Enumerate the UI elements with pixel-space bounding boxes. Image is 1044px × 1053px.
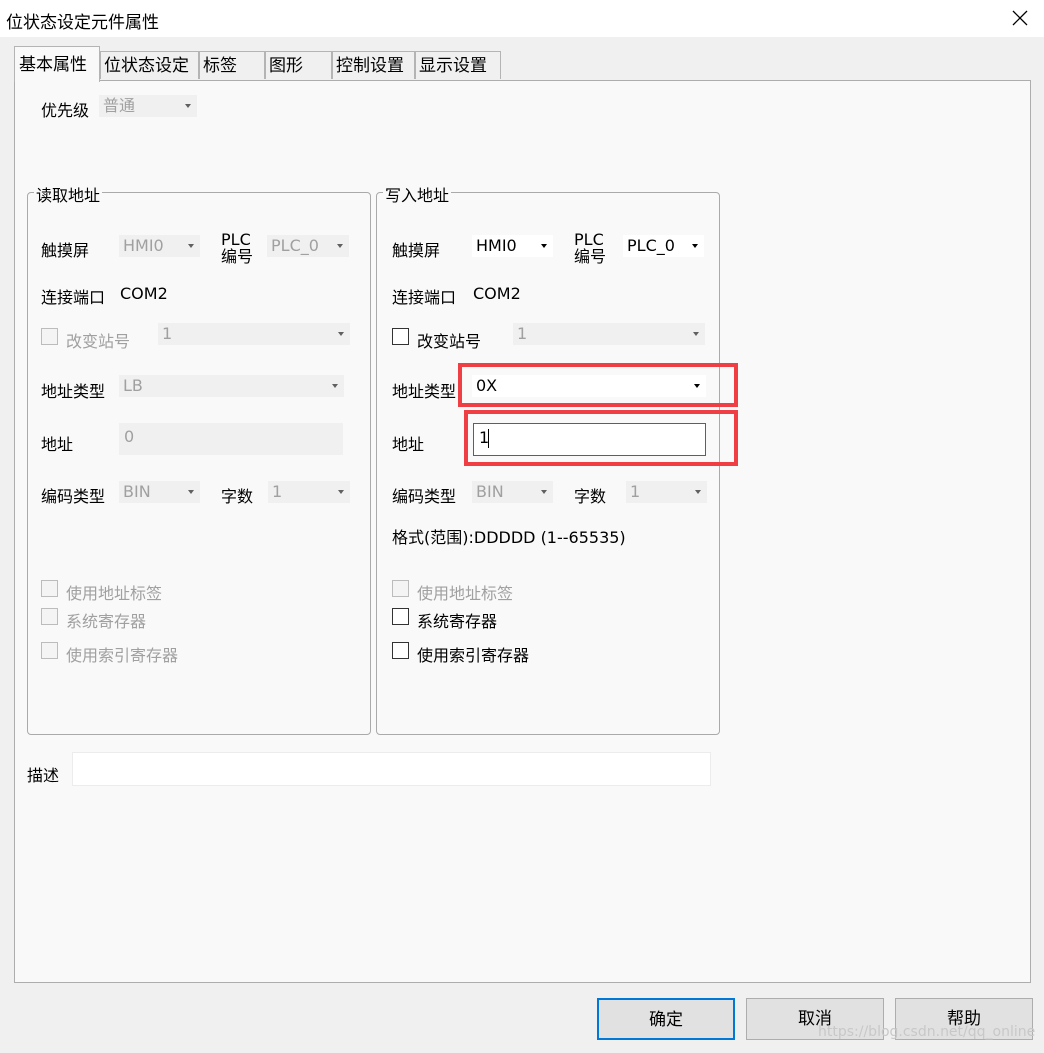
read-change-station-checkbox[interactable] [41, 328, 58, 345]
write-port-label: 连接端口 [392, 288, 457, 307]
read-encoding-value: BIN [123, 482, 151, 501]
description-input[interactable] [72, 752, 711, 786]
read-plc-select[interactable]: PLC_0 [267, 235, 349, 257]
read-word-count-select[interactable]: 1 [268, 481, 350, 503]
write-plc-select[interactable]: PLC_0 [623, 235, 704, 257]
read-touchscreen-label: 触摸屏 [41, 241, 90, 260]
chevron-down-icon [188, 244, 194, 248]
read-addr-type-label: 地址类型 [41, 382, 106, 401]
write-touchscreen-value: HMI0 [476, 236, 517, 255]
tab-graphics[interactable]: 图形 [265, 51, 332, 79]
chevron-down-icon [338, 490, 344, 494]
read-touchscreen-value: HMI0 [123, 236, 164, 255]
ok-button[interactable]: 确定 [597, 998, 735, 1040]
write-system-register-checkbox[interactable] [392, 608, 409, 625]
read-plc-label-line1: PLC [221, 230, 251, 249]
read-word-count-label: 字数 [221, 487, 254, 506]
chevron-down-icon [695, 490, 701, 494]
chevron-down-icon [693, 332, 699, 336]
write-word-count-label: 字数 [574, 487, 607, 506]
read-port-label: 连接端口 [41, 288, 106, 307]
write-use-addr-tag-label: 使用地址标签 [417, 584, 514, 603]
read-encoding-label: 编码类型 [41, 487, 106, 506]
read-station-select[interactable]: 1 [158, 323, 350, 345]
write-system-register-label: 系统寄存器 [417, 612, 498, 631]
read-addr-label: 地址 [41, 435, 74, 454]
write-use-addr-tag-checkbox[interactable] [392, 580, 409, 597]
write-plc-value: PLC_0 [627, 236, 675, 255]
priority-label: 优先级 [41, 101, 90, 120]
description-label: 描述 [27, 766, 60, 785]
read-addr-type-select[interactable]: LB [119, 375, 344, 397]
write-encoding-value: BIN [476, 482, 504, 501]
chevron-down-icon [541, 490, 547, 494]
read-port-value: COM2 [120, 284, 168, 303]
chevron-down-icon [338, 332, 344, 336]
write-station-value: 1 [517, 324, 528, 343]
tab-basic-properties[interactable]: 基本属性 [14, 46, 100, 82]
read-use-index-register-checkbox[interactable] [41, 642, 58, 659]
tab-control-settings[interactable]: 控制设置 [332, 51, 415, 79]
write-encoding-select[interactable]: BIN [472, 481, 553, 503]
read-system-register-label: 系统寄存器 [66, 612, 147, 631]
tab-label[interactable]: 标签 [199, 51, 265, 79]
chevron-down-icon [692, 244, 698, 248]
write-plc-label-line2: 编号 [574, 247, 607, 266]
tab-display-settings[interactable]: 显示设置 [415, 51, 501, 79]
write-format-text: 格式(范围):DDDDD (1--65535) [392, 528, 626, 547]
write-touchscreen-label: 触摸屏 [392, 241, 441, 260]
read-use-addr-tag-checkbox[interactable] [41, 580, 58, 597]
highlight-box-addr [464, 410, 738, 466]
close-button[interactable] [1006, 4, 1034, 32]
write-touchscreen-select[interactable]: HMI0 [472, 235, 553, 257]
priority-select[interactable]: 普通 [99, 95, 197, 117]
read-system-register-checkbox[interactable] [41, 608, 58, 625]
read-use-addr-tag-label: 使用地址标签 [66, 584, 163, 603]
priority-value: 普通 [103, 96, 136, 115]
read-address-title: 读取地址 [34, 182, 103, 206]
write-station-select[interactable]: 1 [513, 323, 705, 345]
write-use-index-register-label: 使用索引寄存器 [417, 646, 530, 665]
read-addr-value: 0 [124, 427, 135, 446]
watermark: https://blog.csdn.net/qq_online [818, 1024, 1036, 1040]
tab-bit-state-setting[interactable]: 位状态设定 [100, 51, 199, 79]
read-plc-label-line2: 编号 [221, 247, 254, 266]
write-port-value: COM2 [473, 284, 521, 303]
read-use-index-register-label: 使用索引寄存器 [66, 646, 179, 665]
chevron-down-icon [332, 384, 338, 388]
read-word-count-value: 1 [272, 482, 283, 501]
read-change-station-label: 改变站号 [66, 332, 131, 351]
chevron-down-icon [541, 244, 547, 248]
read-plc-value: PLC_0 [271, 236, 319, 255]
read-addr-type-value: LB [123, 376, 143, 395]
chevron-down-icon [337, 244, 343, 248]
close-icon [1012, 10, 1028, 26]
read-addr-input[interactable]: 0 [119, 423, 343, 455]
window-title: 位状态设定元件属性 [6, 13, 159, 33]
write-plc-label-line1: PLC [574, 230, 604, 249]
write-plc-label: PLC 编号 [574, 231, 606, 265]
write-address-title: 写入地址 [383, 182, 452, 206]
highlight-box-addr-type [458, 363, 738, 407]
read-plc-label: PLC 编号 [221, 231, 253, 265]
chevron-down-icon [188, 490, 194, 494]
read-touchscreen-select[interactable]: HMI0 [119, 235, 200, 257]
write-word-count-value: 1 [630, 482, 641, 501]
read-station-value: 1 [162, 324, 173, 343]
write-word-count-select[interactable]: 1 [626, 481, 707, 503]
write-change-station-checkbox[interactable] [392, 328, 409, 345]
chevron-down-icon [185, 104, 191, 108]
write-addr-label: 地址 [392, 435, 425, 454]
write-use-index-register-checkbox[interactable] [392, 642, 409, 659]
read-encoding-select[interactable]: BIN [119, 481, 200, 503]
write-encoding-label: 编码类型 [392, 487, 457, 506]
write-addr-type-label: 地址类型 [392, 382, 457, 401]
write-change-station-label: 改变站号 [417, 332, 482, 351]
